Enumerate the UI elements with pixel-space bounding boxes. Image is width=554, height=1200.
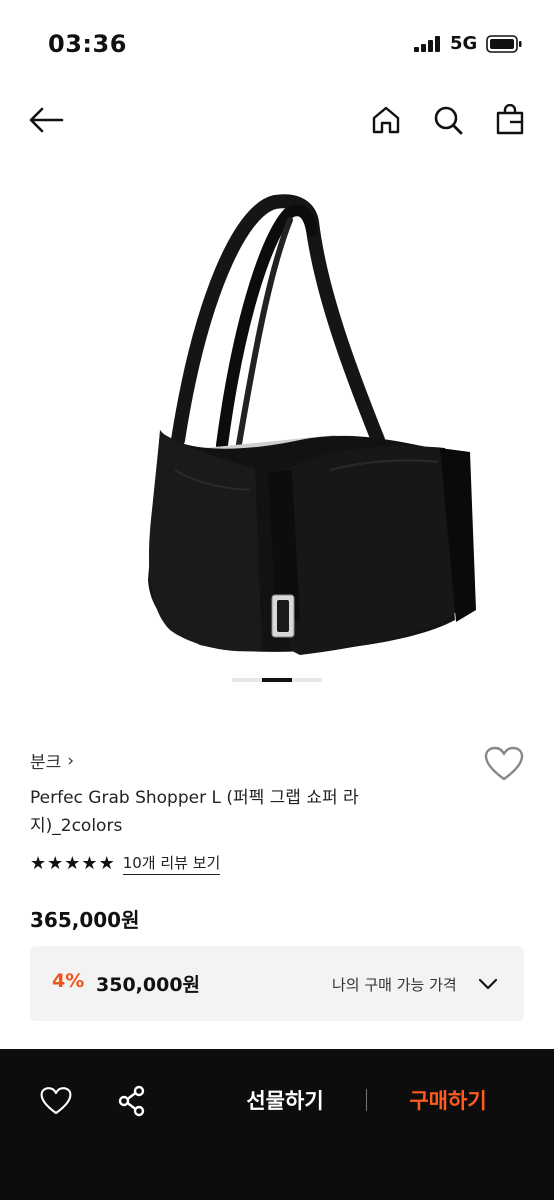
cart-button[interactable]: [490, 100, 530, 140]
star-icon: ★: [81, 852, 98, 874]
signal-icon: [414, 36, 440, 52]
buy-button[interactable]: 구매하기: [392, 1085, 504, 1117]
top-nav: [0, 90, 554, 150]
star-icon: ★: [64, 852, 81, 874]
home-icon: [372, 106, 400, 134]
my-price-label: 나의 구매 가능 가격: [332, 976, 457, 994]
back-button[interactable]: [26, 100, 66, 140]
brand-name: 분크: [30, 753, 62, 773]
rating-row: ★ ★ ★ ★ ★ 10개 리뷰 보기: [30, 852, 221, 875]
divider: [366, 1089, 367, 1111]
status-time: 03:36: [48, 30, 127, 58]
search-button[interactable]: [428, 100, 468, 140]
discount-price: 350,000원: [96, 974, 201, 996]
star-icon: ★: [98, 852, 115, 874]
star-icon: ★: [47, 852, 64, 874]
list-price: 365,000원: [30, 908, 140, 932]
arrow-left-icon: [29, 107, 64, 133]
wishlist-button[interactable]: [484, 746, 524, 782]
home-button[interactable]: [366, 100, 406, 140]
share-button[interactable]: [114, 1083, 150, 1119]
bottom-wishlist-button[interactable]: [38, 1083, 74, 1119]
battery-icon: [486, 35, 522, 53]
black-tote-bag-image: [148, 194, 476, 655]
shopping-bag-icon: [496, 104, 524, 135]
gift-button[interactable]: 선물하기: [230, 1085, 340, 1117]
star-icon: ★: [30, 852, 47, 874]
network-label: 5G: [450, 33, 478, 54]
rating-stars: ★ ★ ★ ★ ★: [30, 852, 115, 874]
share-icon: [118, 1085, 145, 1117]
search-icon: [434, 106, 463, 135]
image-pager: [232, 678, 322, 682]
heart-icon: [40, 1087, 72, 1115]
product-name: Perfec Grab Shopper L (퍼펙 그랩 쇼퍼 라지)_2col…: [30, 788, 359, 836]
heart-icon: [484, 746, 524, 781]
review-link[interactable]: 10개 리뷰 보기: [122, 852, 221, 875]
status-bar: 03:36 5G: [0, 0, 554, 90]
chevron-right-icon: ›: [67, 750, 75, 771]
brand-link[interactable]: 분크 ›: [30, 748, 75, 774]
discount-rate: 4%: [52, 970, 85, 992]
product-image[interactable]: [0, 150, 554, 690]
chevron-down-icon: [478, 978, 498, 990]
my-price-box[interactable]: 4% 350,000원 나의 구매 가능 가격: [30, 946, 524, 1021]
bottom-action-bar: 선물하기 구매하기: [0, 1049, 554, 1200]
